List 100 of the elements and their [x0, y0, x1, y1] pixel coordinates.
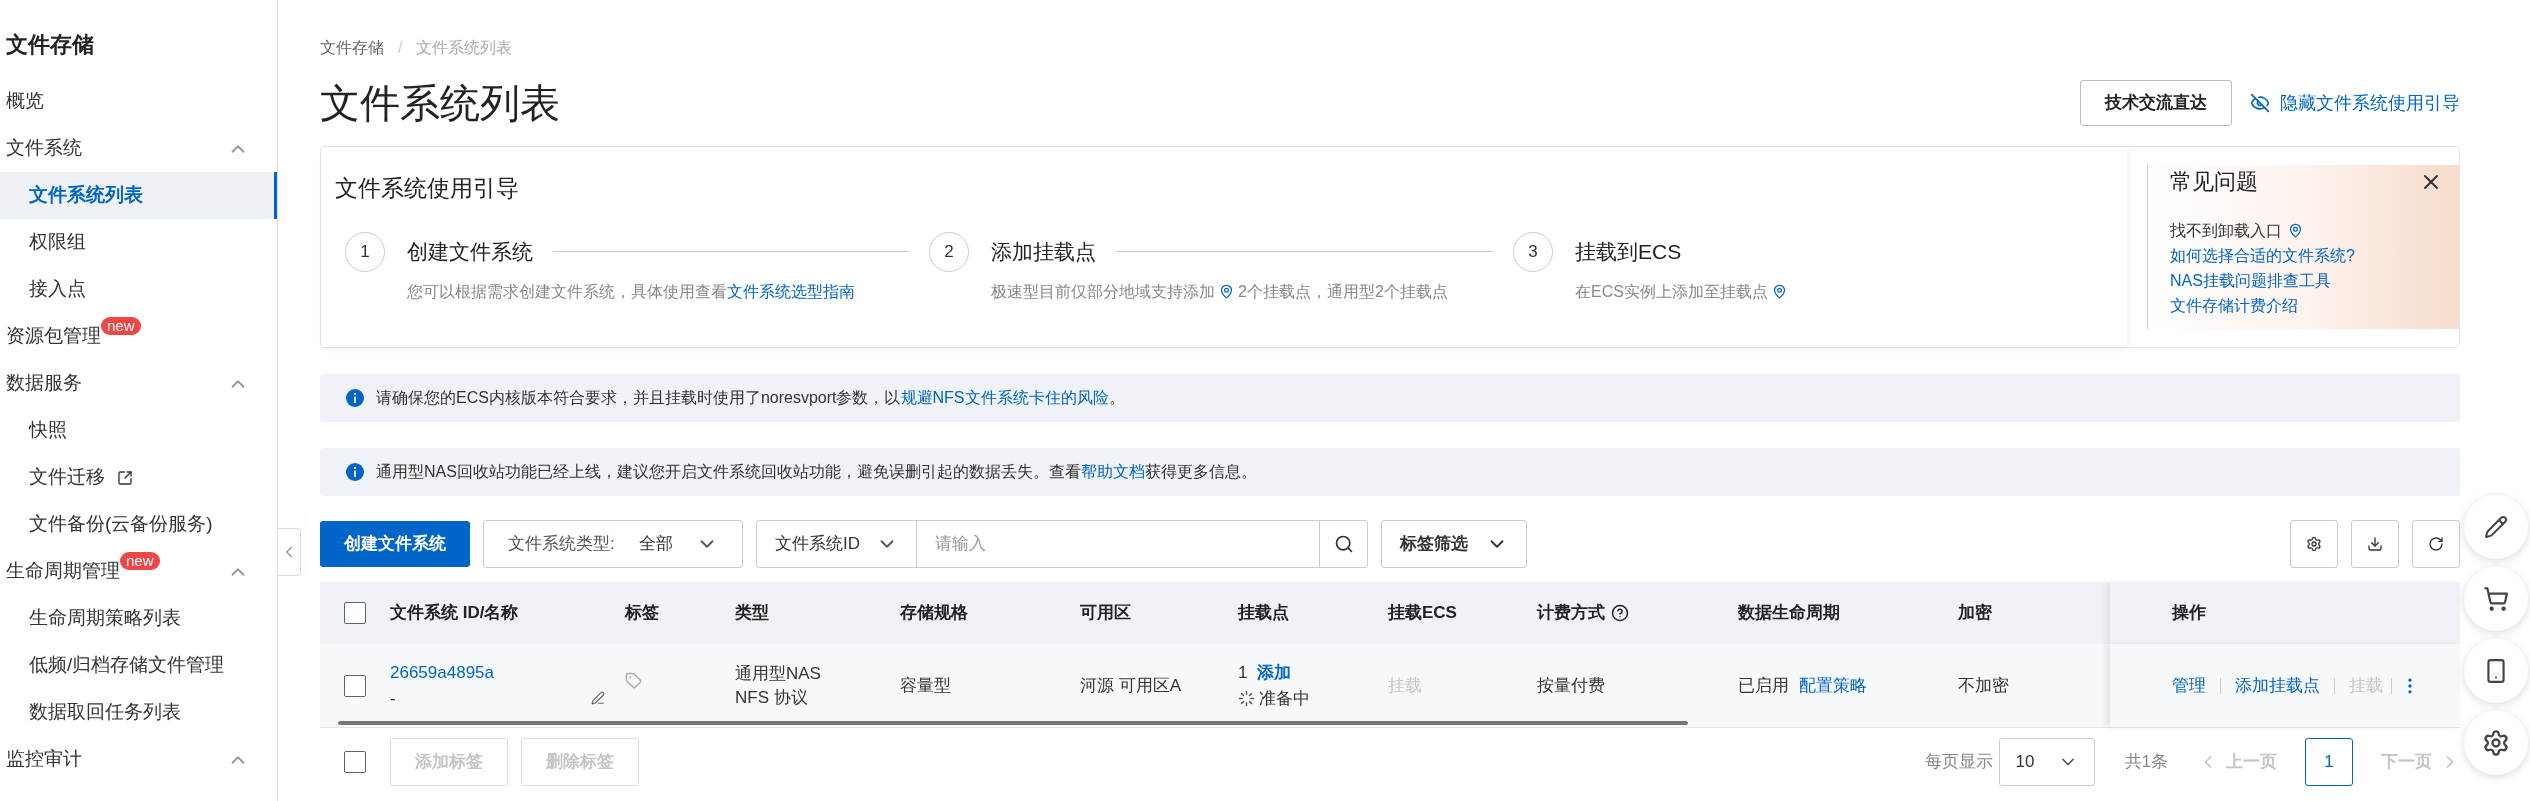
- eye-off-icon: [2250, 93, 2270, 113]
- location-pin-icon[interactable]: [1219, 283, 1234, 299]
- sidebar-item[interactable]: 快照: [0, 407, 277, 454]
- sidebar-item[interactable]: 权限组: [0, 219, 277, 266]
- table-cell: 不加密: [1958, 675, 2009, 695]
- search-icon: [1333, 534, 1354, 554]
- faq-text: 找不到卸载入口: [2170, 221, 2282, 241]
- table-cell-text: 通用型NAS: [735, 662, 822, 685]
- table-cell-text: 已启用: [1738, 674, 1789, 697]
- checkbox[interactable]: [344, 674, 366, 697]
- table-cell: 河源 可用区A: [1080, 675, 1182, 695]
- page-size-select[interactable]: 10: [1998, 738, 2095, 786]
- settings-icon: [2482, 729, 2510, 757]
- table-cell-text: 1: [1238, 662, 1248, 684]
- step-description: 在ECS实例上添加至挂载点: [1575, 282, 1791, 300]
- faq-link[interactable]: 文件存储计费介绍: [2170, 293, 2443, 318]
- column-header: 文件系统 ID/名称: [390, 602, 519, 625]
- column-header: 可用区: [1080, 602, 1131, 625]
- sidebar-item[interactable]: 接入点: [0, 266, 277, 313]
- search-field-select[interactable]: 文件系统ID: [757, 521, 917, 567]
- cart-button[interactable]: [2464, 567, 2528, 631]
- new-badge: new: [120, 552, 160, 570]
- hide-guide-link[interactable]: 隐藏文件系统使用引导: [2280, 89, 2460, 117]
- type-filter-select[interactable]: 文件系统类型: 全部: [483, 520, 743, 568]
- step-title: 挂载到ECS: [1575, 238, 1682, 265]
- settings-button[interactable]: [2464, 711, 2528, 775]
- column-header: 类型: [735, 602, 769, 625]
- search-field[interactable]: 文件系统ID 请输入: [756, 520, 1368, 568]
- help-icon[interactable]: [1611, 604, 1629, 622]
- sidebar-item[interactable]: 生命周期管理 new: [0, 548, 277, 595]
- horizontal-scrollbar[interactable]: [338, 721, 1688, 725]
- table-cell-text: -: [390, 687, 396, 710]
- info-icon: [346, 389, 364, 407]
- column-header: 存储规格: [900, 602, 968, 625]
- loading-spinner-icon: [1238, 689, 1255, 707]
- total-count: 共1条: [2124, 751, 2168, 774]
- sidebar-item[interactable]: 生命周期策略列表: [0, 595, 277, 642]
- info-icon: [346, 463, 364, 481]
- edit-icon[interactable]: [591, 691, 605, 706]
- settings-button[interactable]: [2290, 520, 2338, 568]
- sidebar-item[interactable]: 概览: [0, 78, 277, 125]
- alert-text: 请确保您的ECS内核版本符合要求，并且挂载时使用了noresvport参数，以规避NFS文件系统卡住的风险。: [376, 388, 1125, 408]
- file-system-id-link[interactable]: 26659a4895a: [390, 660, 625, 686]
- sidebar-item[interactable]: 文件系统: [0, 125, 277, 172]
- tag-filter-button[interactable]: 标签筛选: [1381, 520, 1527, 568]
- configure-policy-link[interactable]: 配置策略: [1799, 672, 1867, 699]
- breadcrumb-item: 文件系统列表: [416, 38, 513, 58]
- refresh-icon: [2428, 536, 2444, 552]
- sidebar-item[interactable]: 数据取回任务列表: [0, 689, 277, 736]
- location-pin-icon[interactable]: [1771, 283, 1787, 299]
- page-size-label: 每页显示: [1924, 751, 1993, 774]
- sidebar-item[interactable]: 低频/归档存储文件管理: [0, 642, 277, 689]
- download-button[interactable]: [2351, 520, 2399, 568]
- column-header: 操作: [2172, 602, 2206, 625]
- feedback-button[interactable]: [2464, 495, 2528, 559]
- faq-link[interactable]: NAS挂载问题排查工具: [2170, 268, 2443, 293]
- search-input[interactable]: 请输入: [917, 521, 1319, 567]
- page-title: 文件系统列表: [320, 80, 560, 127]
- column-header: 挂载点: [1238, 602, 1289, 625]
- guide-title: 文件系统使用引导: [335, 174, 520, 203]
- sidebar-item[interactable]: 资源包管理 new: [0, 313, 277, 360]
- link[interactable]: 规避NFS文件系统卡住的风险: [900, 389, 1109, 406]
- page-button[interactable]: 1: [2305, 738, 2353, 786]
- add-mount-link[interactable]: 添加: [1257, 660, 1292, 686]
- location-pin-icon[interactable]: [2288, 223, 2303, 238]
- cart-icon: [2483, 586, 2509, 612]
- table-cell: 容量型: [900, 675, 951, 695]
- column-header: 挂载ECS: [1388, 602, 1457, 625]
- sidebar-title: 文件存储: [5, 31, 95, 59]
- column-header: 数据生命周期: [1738, 602, 1840, 625]
- sidebar-item[interactable]: 文件系统列表: [0, 172, 277, 219]
- step-title: 添加挂载点: [991, 238, 1096, 265]
- checkbox[interactable]: [344, 751, 366, 773]
- breadcrumb-separator: /: [398, 38, 403, 58]
- sidebar-item[interactable]: 文件备份(云备份服务): [0, 501, 277, 548]
- sidebar-item[interactable]: 监控审计: [0, 736, 277, 783]
- sidebar-item[interactable]: 数据服务: [0, 360, 277, 407]
- contact-button[interactable]: 技术交流直达: [2080, 80, 2232, 126]
- refresh-button[interactable]: [2412, 520, 2460, 568]
- breadcrumb-item[interactable]: 文件存储: [320, 36, 384, 60]
- alert-text: 通用型NAS回收站功能已经上线，建议您开启文件系统回收站功能，避免误删引起的数据丢失。查看帮助文档获得更多信息。: [376, 462, 1257, 482]
- checkbox[interactable]: [344, 602, 366, 624]
- link[interactable]: 文件系统选型指南: [727, 282, 855, 300]
- table-cell: 按量付费: [1537, 675, 1605, 695]
- create-button[interactable]: 创建文件系统: [320, 521, 470, 567]
- faq-title: 常见问题: [2170, 168, 2258, 196]
- mobile-app-button[interactable]: [2464, 639, 2528, 703]
- column-header: 计费方式: [1537, 602, 1605, 625]
- action-link[interactable]: 管理: [2172, 672, 2206, 699]
- settings-icon: [2306, 536, 2322, 552]
- pencil-icon: [2484, 515, 2508, 539]
- faq-link[interactable]: 如何选择合适的文件系统?: [2170, 243, 2443, 268]
- new-badge: new: [101, 317, 141, 335]
- download-icon: [2367, 536, 2383, 552]
- action-link[interactable]: 添加挂载点: [2235, 672, 2320, 699]
- sidebar-item[interactable]: 文件迁移: [0, 454, 277, 501]
- link[interactable]: 帮助文档: [1080, 463, 1145, 480]
- column-header: 标签: [625, 602, 659, 625]
- table-cell-text: NFS 协议: [735, 686, 809, 709]
- step-description: 您可以根据需求创建文件系统，具体使用查看文件系统选型指南: [407, 282, 855, 300]
